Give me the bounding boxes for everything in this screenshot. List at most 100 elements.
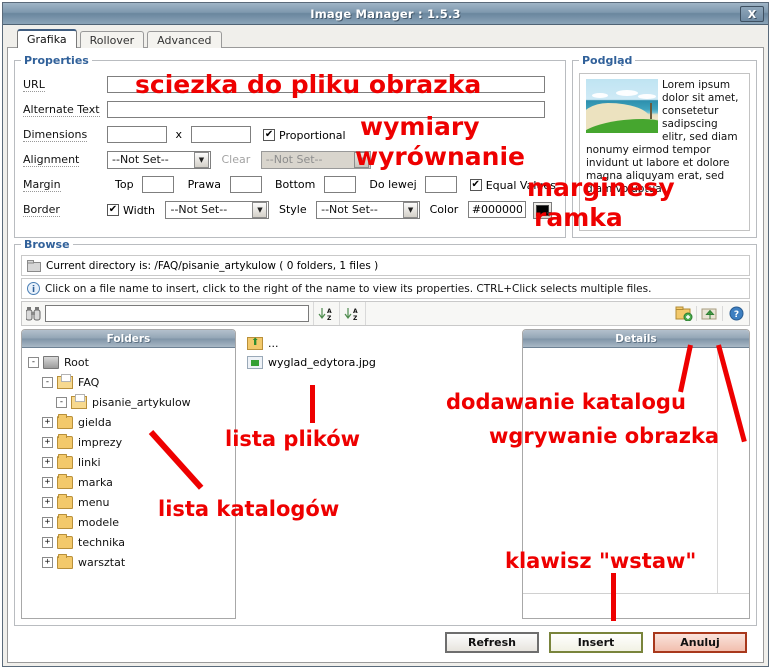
tree-item-root[interactable]: - Root <box>25 352 232 372</box>
tree-item-label: imprezy <box>78 435 123 449</box>
tree-item-marka[interactable]: + marka <box>25 472 232 492</box>
tree-item-label: gielda <box>78 415 112 429</box>
folder-icon <box>57 473 73 489</box>
folder-icon <box>57 553 73 569</box>
margin-bottom-input[interactable] <box>323 176 356 193</box>
sort-az-icon: AZ <box>318 307 332 322</box>
expander-icon[interactable]: + <box>42 456 53 468</box>
tree-item-label: pisanie_artykulow <box>92 395 191 409</box>
help-button[interactable]: ? <box>723 306 749 321</box>
expander-icon[interactable]: - <box>42 376 53 388</box>
border-style-label: Style <box>278 203 307 216</box>
chevron-down-icon: ▼ <box>194 151 209 168</box>
preview-thumbnail-image <box>586 79 658 133</box>
tree-item-menu[interactable]: + menu <box>25 492 232 512</box>
list-item[interactable]: wyglad_edytora.jpg <box>241 353 517 372</box>
dimension-height-input[interactable] <box>190 126 251 143</box>
list-item-label: ... <box>268 337 279 350</box>
border-width-select-value: --Not Set-- <box>170 203 228 216</box>
upload-image-button[interactable] <box>697 306 723 321</box>
sort-az-button[interactable]: AZ <box>314 302 340 325</box>
url-input[interactable] <box>107 76 545 93</box>
tree-item-faq[interactable]: - FAQ <box>25 372 232 392</box>
svg-text:Z: Z <box>353 315 358 322</box>
search-input[interactable] <box>45 305 309 322</box>
details-vertical-divider <box>717 348 718 594</box>
proportional-checkbox-group[interactable]: ✔ Proportional <box>263 129 346 142</box>
chevron-down-icon: ▼ <box>403 201 419 218</box>
tree-item-warsztat[interactable]: + warsztat <box>25 552 232 572</box>
alignment-select[interactable]: --Not Set-- ▼ <box>107 150 211 169</box>
binoculars-icon[interactable] <box>26 306 41 321</box>
url-label-cell: URL <box>21 72 105 97</box>
alternate-text-input[interactable] <box>107 101 545 118</box>
svg-text:A: A <box>327 308 332 315</box>
equal-values-checkbox-group[interactable]: ✔ Equal Values <box>469 178 556 192</box>
margin-right-input[interactable] <box>229 176 262 193</box>
expander-icon[interactable]: + <box>42 476 53 488</box>
expander-icon[interactable]: + <box>42 436 53 448</box>
close-icon[interactable]: X <box>740 6 764 22</box>
tab-advanced[interactable]: Advanced <box>147 31 222 48</box>
border-width-checkbox-group[interactable]: ✔ Width <box>107 204 155 217</box>
color-picker-icon[interactable]: ▼ <box>533 201 553 219</box>
expander-icon[interactable]: + <box>42 496 53 508</box>
expander-icon[interactable]: + <box>42 416 53 428</box>
expander-icon[interactable]: - <box>28 356 39 368</box>
expander-icon[interactable]: + <box>42 536 53 548</box>
preview-group: Podgląd Lorem ipsum dolor sit amet, cons… <box>572 54 757 238</box>
border-style-select[interactable]: --Not Set-- ▼ <box>316 200 421 219</box>
equal-values-label: Equal Values <box>485 178 556 192</box>
tree-item-imprezy[interactable]: + imprezy <box>25 432 232 452</box>
expander-icon[interactable]: + <box>42 556 53 568</box>
refresh-button[interactable]: Refresh <box>445 631 539 653</box>
properties-group: Properties URL Alternate Text Dimensions… <box>14 54 566 238</box>
border-width-checkbox[interactable]: ✔ <box>107 204 119 216</box>
folder-icon <box>57 493 73 509</box>
list-item[interactable]: ... <box>241 334 517 353</box>
add-folder-button[interactable] <box>671 306 697 321</box>
row-alt: Alternate Text <box>21 97 559 122</box>
clear-select[interactable]: --Not Set-- ▼ <box>260 150 371 169</box>
equal-values-checkbox[interactable]: ✔ <box>469 179 482 191</box>
cloud-shape <box>592 93 608 98</box>
post-shape <box>650 103 652 119</box>
folder-icon <box>57 433 73 449</box>
svg-text:i: i <box>32 285 35 295</box>
dimensions-label: Dimensions <box>23 127 88 142</box>
sort-za-button[interactable]: AZ <box>340 302 366 325</box>
margin-left-input[interactable] <box>425 176 458 193</box>
border-width-select[interactable]: --Not Set-- ▼ <box>165 200 270 219</box>
expander-icon[interactable]: - <box>56 396 67 408</box>
tab-bar: Grafika Rollover Advanced <box>7 29 764 48</box>
folders-tree: - Root - FAQ - pisanie_artykulow + gield… <box>22 348 235 618</box>
tree-item-technika[interactable]: + technika <box>25 532 232 552</box>
expander-icon[interactable]: + <box>42 516 53 528</box>
details-horizontal-divider <box>523 593 749 594</box>
tab-panel-grafika: Properties URL Alternate Text Dimensions… <box>7 47 764 663</box>
alternate-text-label: Alternate Text <box>23 102 100 117</box>
preview-box: Lorem ipsum dolor sit amet, consetetur s… <box>579 73 750 231</box>
image-manager-window: Image Manager : 1.5.3 X Grafika Rollover… <box>2 2 769 667</box>
list-item-label: wyglad_edytora.jpg <box>268 356 376 369</box>
proportional-checkbox[interactable]: ✔ <box>263 129 276 141</box>
sort-za-icon: AZ <box>344 307 358 322</box>
image-file-icon <box>247 356 263 369</box>
tree-item-pisanie-artykulow[interactable]: - pisanie_artykulow <box>25 392 232 412</box>
alt-label-cell: Alternate Text <box>21 97 105 122</box>
insert-button[interactable]: Insert <box>549 631 643 653</box>
border-style-select-value: --Not Set-- <box>321 203 378 216</box>
margin-top-input[interactable] <box>142 176 175 193</box>
dimensions-field-cell: x ✔ Proportional <box>105 122 559 147</box>
dimension-width-input[interactable] <box>107 126 167 143</box>
folder-open-icon <box>57 373 73 389</box>
tree-item-linki[interactable]: + linki <box>25 452 232 472</box>
row-margin: Margin Top Prawa Bottom Do lewej ✔ Equal… <box>21 172 559 197</box>
tab-rollover[interactable]: Rollover <box>79 31 145 48</box>
folder-icon <box>57 413 73 429</box>
border-color-input[interactable] <box>467 201 526 218</box>
cancel-button[interactable]: Anuluj <box>653 631 747 653</box>
tree-item-modele[interactable]: + modele <box>25 512 232 532</box>
tree-item-gielda[interactable]: + gielda <box>25 412 232 432</box>
tab-grafika[interactable]: Grafika <box>17 29 77 48</box>
